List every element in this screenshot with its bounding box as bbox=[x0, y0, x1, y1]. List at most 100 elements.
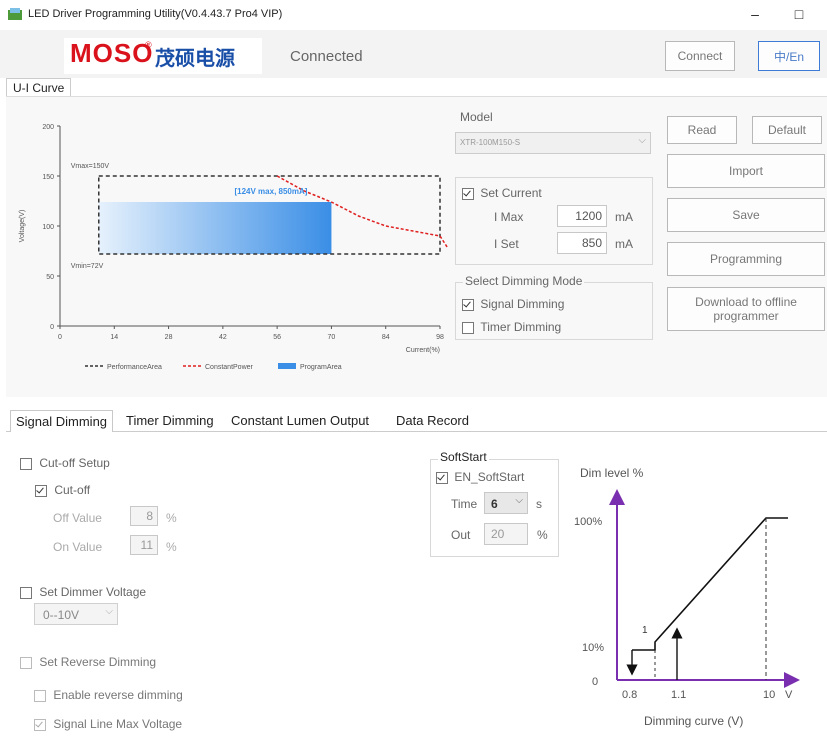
dimming-mode-label: Select Dimming Mode bbox=[463, 274, 585, 288]
time-value: 6 bbox=[491, 497, 498, 511]
dimming-curve-diagram: Dim level % 100% 10% 0 0.8 1.1 10 V 1 Di… bbox=[574, 466, 800, 728]
x-tick-label: 0 bbox=[58, 334, 62, 341]
out-unit: % bbox=[537, 528, 548, 542]
chevron-down-icon: ⌵ bbox=[105, 606, 113, 617]
cutoff-setup-checkbox[interactable]: Cut-off Setup bbox=[20, 456, 110, 470]
time-select[interactable]: 6 ⌵ bbox=[484, 492, 528, 514]
legend-swatch bbox=[278, 363, 296, 369]
dim-curve-caption: Dimming curve (V) bbox=[644, 714, 743, 728]
cutoff-label: Cut-off bbox=[54, 483, 91, 497]
set-reverse-dimming-checkbox[interactable]: Set Reverse Dimming bbox=[20, 655, 156, 669]
download-offline-button[interactable]: Download to offline programmer bbox=[667, 287, 825, 331]
download-line2: programmer bbox=[713, 309, 779, 323]
en-softstart-label: EN_SoftStart bbox=[454, 470, 525, 484]
signal-dimming-label: Signal Dimming bbox=[480, 297, 565, 311]
imax-unit: mA bbox=[615, 210, 633, 224]
checkbox-icon bbox=[34, 718, 46, 731]
checkbox-icon bbox=[462, 187, 474, 200]
tab-ui-curve[interactable]: U-I Curve bbox=[6, 78, 72, 97]
set-current-checkbox[interactable]: Set Current bbox=[462, 186, 542, 200]
model-select[interactable]: XTR-100M150-S ⌵ bbox=[455, 132, 651, 154]
enable-reverse-checkbox[interactable]: Enable reverse dimming bbox=[34, 688, 183, 702]
checkbox-icon bbox=[462, 321, 474, 334]
out-label: Out bbox=[451, 528, 471, 542]
checkbox-icon bbox=[20, 656, 32, 669]
off-value-label: Off Value bbox=[53, 511, 102, 525]
window-title: LED Driver Programming Utility(V0.4.43.7… bbox=[28, 8, 283, 20]
chevron-down-icon: ⌵ bbox=[515, 495, 523, 506]
signal-line-max-label: Signal Line Max Voltage bbox=[53, 717, 183, 731]
x-tick-label: 56 bbox=[273, 334, 281, 341]
model-label: Model bbox=[460, 110, 493, 124]
on-value-field[interactable]: 11 bbox=[130, 535, 158, 555]
x-tick-label: 98 bbox=[436, 334, 444, 341]
set-dimmer-voltage-checkbox[interactable]: Set Dimmer Voltage bbox=[20, 585, 146, 599]
y-tick-label: 100 bbox=[42, 224, 54, 231]
timer-dimming-checkbox[interactable]: Timer Dimming bbox=[462, 320, 561, 334]
programming-button[interactable]: Programming bbox=[667, 242, 825, 276]
off-value-field[interactable]: 8 bbox=[130, 506, 158, 526]
download-line1: Download to offline bbox=[695, 295, 797, 309]
import-button[interactable]: Import bbox=[667, 154, 825, 188]
connect-button[interactable]: Connect bbox=[665, 41, 735, 71]
minimize-button[interactable]: – bbox=[740, 4, 770, 24]
model-value: XTR-100M150-S bbox=[460, 138, 521, 147]
signal-dimming-checkbox[interactable]: Signal Dimming bbox=[462, 297, 564, 311]
x-tick-label: 84 bbox=[382, 334, 390, 341]
maximize-button[interactable]: □ bbox=[784, 4, 814, 24]
y-tick-label: 200 bbox=[42, 124, 54, 131]
default-button[interactable]: Default bbox=[752, 116, 822, 144]
en-softstart-checkbox[interactable]: EN_SoftStart bbox=[436, 470, 524, 484]
set-reverse-dimming-label: Set Reverse Dimming bbox=[39, 655, 157, 669]
dimmer-voltage-select[interactable]: 0--10V ⌵ bbox=[34, 603, 118, 625]
enable-reverse-label: Enable reverse dimming bbox=[53, 688, 183, 702]
timer-dimming-label: Timer Dimming bbox=[480, 320, 562, 334]
tab-signal-dimming[interactable]: Signal Dimming bbox=[10, 410, 114, 432]
vmax-annotation: Vmax=150V bbox=[71, 163, 110, 170]
x-tick-label: 14 bbox=[110, 334, 118, 341]
cutoff-checkbox[interactable]: Cut-off bbox=[35, 483, 90, 497]
read-button[interactable]: Read bbox=[667, 116, 737, 144]
dim-level-title: Dim level % bbox=[580, 466, 644, 480]
hysteresis-label: 1 bbox=[642, 625, 648, 636]
checkbox-icon bbox=[35, 484, 47, 497]
legend-label: PerformanceArea bbox=[107, 364, 162, 371]
signal-line-max-checkbox[interactable]: Signal Line Max Voltage bbox=[34, 717, 182, 731]
language-toggle-button[interactable]: 中/En bbox=[758, 41, 820, 71]
dimmer-voltage-value: 0--10V bbox=[43, 608, 80, 622]
app-icon bbox=[8, 8, 22, 20]
legend-label: ConstantPower bbox=[205, 364, 254, 371]
checkbox-icon bbox=[462, 298, 474, 311]
iset-field[interactable]: 850 bbox=[557, 232, 607, 254]
out-field[interactable]: 20 bbox=[484, 523, 528, 545]
save-button[interactable]: Save bbox=[667, 198, 825, 232]
y-tick-100: 100% bbox=[574, 516, 602, 528]
tab-data-record[interactable]: Data Record bbox=[391, 410, 474, 432]
checkbox-icon bbox=[436, 471, 448, 484]
off-value-unit: % bbox=[166, 511, 177, 525]
connection-status: Connected bbox=[290, 48, 363, 65]
y-tick-0: 0 bbox=[592, 676, 598, 688]
imax-label: I Max bbox=[494, 210, 524, 224]
x-tick-10: 10 bbox=[763, 689, 775, 701]
program-area-box bbox=[98, 202, 332, 254]
checkbox-icon bbox=[20, 457, 32, 470]
logo-chinese: 茂硕电源 bbox=[155, 48, 235, 70]
operating-point-annotation: [124V max, 850mA] bbox=[234, 187, 307, 196]
checkbox-icon bbox=[34, 689, 46, 702]
y-tick-label: 50 bbox=[46, 274, 54, 281]
set-current-label: Set Current bbox=[480, 186, 542, 200]
checkbox-icon bbox=[20, 586, 32, 599]
time-unit: s bbox=[536, 497, 542, 511]
x-tick-label: 70 bbox=[328, 334, 336, 341]
set-dimmer-voltage-label: Set Dimmer Voltage bbox=[39, 585, 147, 599]
x-tick-11: 1.1 bbox=[671, 689, 686, 701]
x-tick-label: 28 bbox=[165, 334, 173, 341]
tab-constant-lumen[interactable]: Constant Lumen Output bbox=[226, 410, 374, 432]
imax-field[interactable]: 1200 bbox=[557, 205, 607, 227]
dim-curve-line bbox=[632, 517, 788, 651]
time-label: Time bbox=[451, 497, 478, 511]
tab-timer-dimming[interactable]: Timer Dimming bbox=[121, 410, 219, 432]
y-tick-label: 0 bbox=[50, 324, 54, 331]
x-tick-08: 0.8 bbox=[622, 689, 637, 701]
